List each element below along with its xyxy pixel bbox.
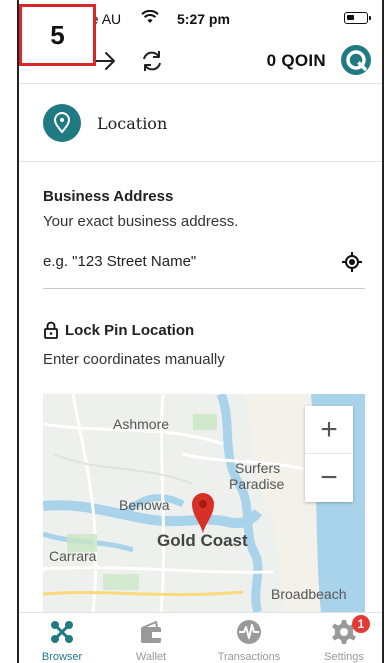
bottom-tab-bar: Browser Wallet Transactions 1 Settings: [19, 612, 382, 663]
lock-icon: [43, 321, 59, 344]
location-map[interactable]: Ashmore Surfers Paradise Benowa Gold Coa…: [43, 394, 365, 612]
location-badge: [43, 104, 81, 142]
refresh-icon[interactable]: [137, 46, 167, 76]
qoin-balance: 0 QOIN: [266, 51, 326, 70]
lock-pin-hint[interactable]: Enter coordinates manually: [43, 351, 225, 368]
tab-transactions-label: Transactions: [217, 651, 281, 663]
tab-wallet-label: Wallet: [135, 651, 167, 663]
map-label-benowa: Benowa: [119, 497, 170, 513]
map-label-paradise: Paradise: [229, 476, 285, 492]
browser-icon: [49, 619, 75, 645]
tab-browser-label: Browser: [41, 651, 83, 663]
wallet-icon: [138, 619, 164, 645]
battery-icon: [344, 12, 371, 24]
section-title: Location: [97, 114, 168, 133]
location-pin-icon: [53, 112, 71, 134]
app-frame: ne AU 5:27 pm 5 0 QOIN Location Business…: [17, 0, 384, 663]
tab-browser[interactable]: Browser: [22, 613, 102, 663]
step-number-annotation: 5: [19, 4, 96, 66]
status-time: 5:27 pm: [177, 11, 230, 27]
map-label-surfers: Surfers: [235, 460, 281, 476]
zoom-out-button[interactable]: −: [305, 454, 353, 502]
tab-transactions[interactable]: Transactions: [209, 613, 289, 663]
map-zoom-control: + −: [305, 406, 353, 502]
business-address-label: Business Address: [43, 188, 174, 205]
business-address-input[interactable]: [43, 245, 323, 277]
wifi-icon: [141, 9, 159, 27]
qoin-logo-icon[interactable]: [340, 44, 372, 76]
map-label-broadbeach: Broadbeach: [271, 586, 347, 602]
zoom-in-button[interactable]: +: [305, 406, 353, 454]
map-pin-icon[interactable]: [191, 492, 215, 539]
business-address-hint: Your exact business address.: [43, 213, 239, 230]
map-label-ashmore: Ashmore: [113, 416, 170, 432]
current-location-icon[interactable]: [341, 251, 363, 273]
transactions-icon: [236, 619, 262, 645]
tab-settings-label: Settings: [324, 651, 364, 663]
tab-wallet[interactable]: Wallet: [111, 613, 191, 663]
location-section-header: Location: [19, 84, 382, 162]
tab-settings[interactable]: 1 Settings: [304, 613, 384, 663]
map-label-carrara: Carrara: [49, 548, 97, 564]
lock-pin-label: Lock Pin Location: [65, 322, 195, 339]
settings-notification-badge: 1: [352, 615, 370, 633]
business-address-field: [43, 245, 365, 289]
